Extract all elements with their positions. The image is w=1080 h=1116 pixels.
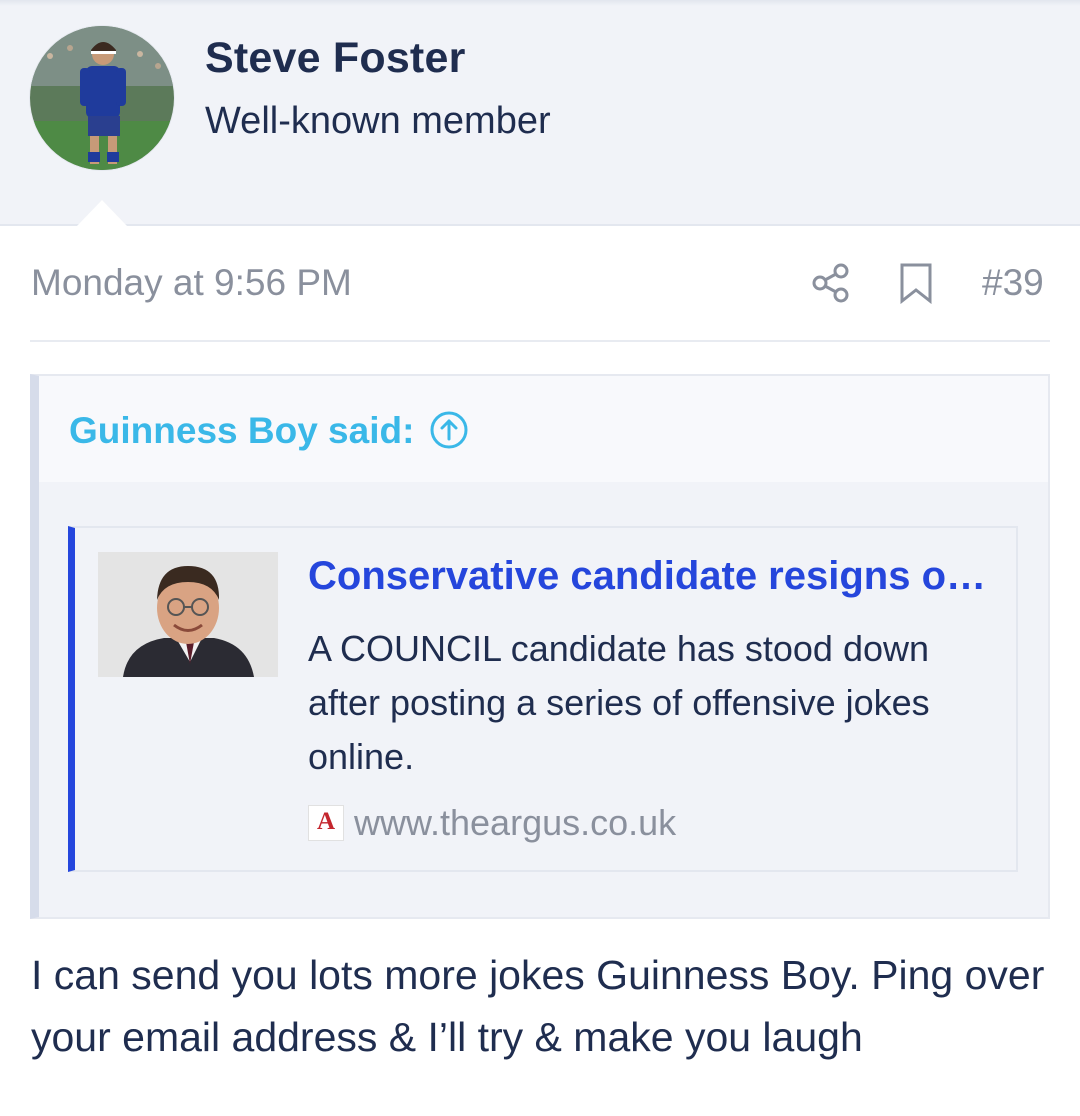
share-icon[interactable]: [810, 262, 852, 304]
link-preview-card[interactable]: Conservative candidate resigns over offe…: [68, 526, 1018, 872]
message-user-header: Steve Foster Well-known member: [0, 0, 1080, 227]
header-pointer-arrow: [76, 200, 128, 227]
user-title: Well-known member: [205, 100, 551, 142]
link-thumbnail: [98, 552, 278, 677]
quote-block: Guinness Boy said: Conservative candidat…: [30, 374, 1050, 919]
site-favicon-icon: A: [308, 805, 344, 841]
person-photo-icon: [98, 552, 278, 677]
meta-divider: [30, 340, 1050, 342]
post-body-text: I can send you lots more jokes Guinness …: [31, 952, 1045, 1060]
quote-author-link[interactable]: Guinness Boy said:: [69, 410, 414, 452]
post-number-link[interactable]: #39: [982, 262, 1044, 304]
bookmark-icon[interactable]: [896, 262, 936, 304]
quote-header: Guinness Boy said:: [39, 376, 1048, 482]
link-domain: www.theargus.co.uk: [354, 802, 677, 843]
avatar-photo-icon: [30, 26, 174, 170]
post-date[interactable]: Monday at 9:56 PM: [31, 262, 352, 304]
link-description: A COUNCIL candidate has stood down after…: [308, 628, 930, 777]
link-title[interactable]: Conservative candidate resigns over offe…: [308, 554, 998, 599]
username[interactable]: Steve Foster: [205, 34, 466, 83]
arrow-up-circle-icon[interactable]: [429, 410, 469, 450]
avatar[interactable]: [30, 26, 174, 170]
favicon-letter: A: [316, 808, 336, 835]
